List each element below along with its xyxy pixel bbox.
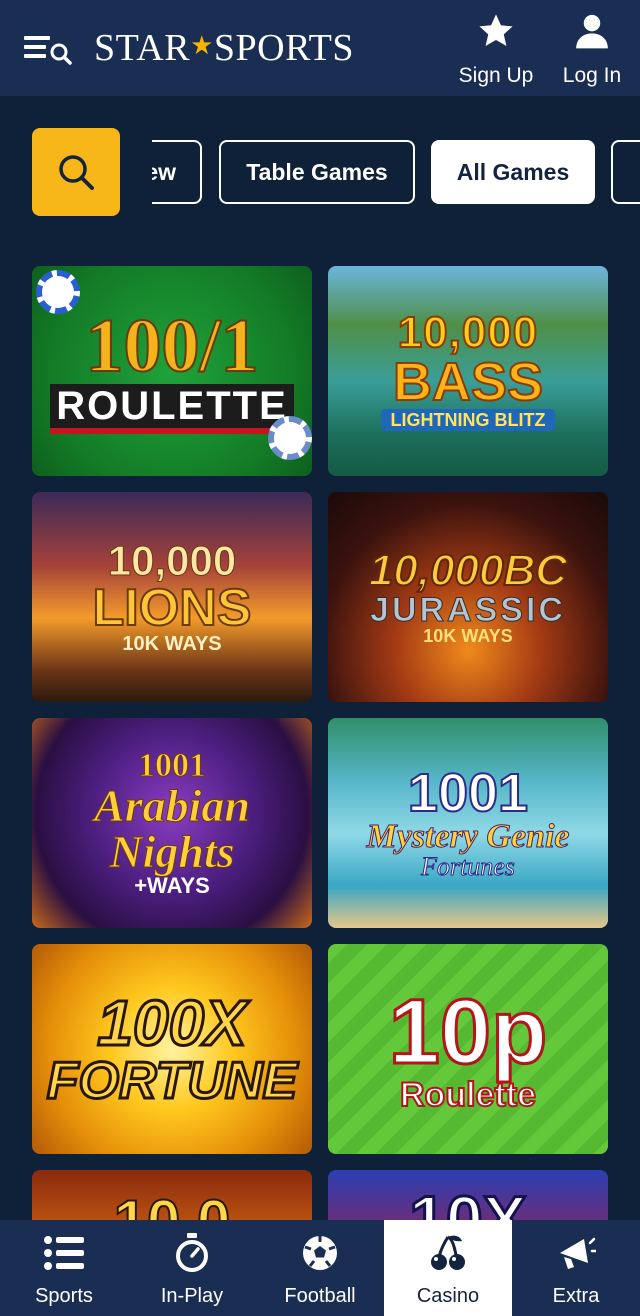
nav-football[interactable]: Football: [256, 1220, 384, 1316]
chip-table-games-label: Table Games: [246, 158, 388, 185]
logo-star-icon: ★: [190, 31, 214, 60]
game-subtitle: FORTUNE: [45, 1052, 298, 1110]
chip-next[interactable]: S: [611, 140, 640, 204]
nav-extra[interactable]: Extra: [512, 1220, 640, 1316]
logo-text-left: STAR: [94, 27, 191, 69]
game-tile-100x-fortune[interactable]: 100X FORTUNE: [32, 944, 312, 1154]
game-title: 100X: [96, 987, 248, 1059]
football-icon: [298, 1231, 342, 1275]
game-title: 10,0: [113, 1191, 232, 1221]
chip-table-games[interactable]: Table Games: [219, 140, 415, 204]
game-tile-100-1-roulette[interactable]: 100/1 ROULETTE: [32, 266, 312, 476]
sign-up-label: Sign Up: [458, 64, 534, 87]
top-header: STAR★SPORTS Sign Up Log In: [0, 0, 640, 96]
nav-casino-label: Casino: [416, 1285, 480, 1307]
game-title: 10p: [387, 981, 549, 1083]
nav-casino[interactable]: Casino: [384, 1220, 512, 1316]
casino-chip-icon: [36, 270, 80, 314]
games-grid: 100/1 ROULETTE 10,000 BASS LIGHTNING BLI…: [32, 266, 608, 1220]
game-tagline: Fortunes: [421, 852, 516, 881]
log-in-button[interactable]: Log In: [560, 12, 624, 88]
game-tile-10000-bass[interactable]: 10,000 BASS LIGHTNING BLITZ: [328, 266, 608, 476]
chip-all-games-label: All Games: [456, 158, 570, 185]
game-tagline: +WAYS: [134, 873, 210, 898]
nav-football-label: Football: [284, 1285, 356, 1307]
game-subtitle: JURASSIC: [370, 591, 566, 629]
starsports-logo[interactable]: STAR★SPORTS: [94, 26, 354, 70]
game-tile-1001-arabian-nights[interactable]: 1001 Arabian Nights +WAYS: [32, 718, 312, 928]
chip-new-label: ew: [152, 158, 176, 185]
nav-in-play-label: In-Play: [160, 1285, 224, 1307]
game-tagline: 10K WAYS: [122, 633, 222, 655]
game-tile-1001-mystery-genie[interactable]: 1001 Mystery Genie Fortunes: [328, 718, 608, 928]
menu-search-button[interactable]: [22, 30, 74, 66]
game-tile-10p-roulette[interactable]: 10p Roulette: [328, 944, 608, 1154]
game-title: 1001: [138, 747, 207, 784]
search-icon: [59, 155, 94, 190]
game-tagline: LIGHTNING BLITZ: [380, 409, 556, 431]
list-icon: [42, 1231, 86, 1275]
nav-extra-label: Extra: [552, 1285, 600, 1307]
chip-all-games[interactable]: All Games: [431, 140, 595, 204]
user-icon: [576, 14, 608, 49]
game-tagline: 10K WAYS: [423, 626, 513, 646]
nav-sports[interactable]: Sports: [0, 1220, 128, 1316]
menu-search-icon: [24, 36, 72, 65]
game-subtitle: Mystery Genie: [366, 818, 570, 855]
game-title: 10,000: [107, 537, 237, 584]
nav-sports-label: Sports: [35, 1285, 93, 1307]
casino-chip-icon: [268, 416, 312, 460]
bottom-navigation: Sports In-Play Football Casino Extra: [0, 1220, 640, 1316]
game-tile-10000-lions[interactable]: 10,000 LIONS 10K WAYS: [32, 492, 312, 702]
nav-in-play[interactable]: In-Play: [128, 1220, 256, 1316]
cherries-icon: [426, 1231, 470, 1275]
megaphone-icon: [554, 1231, 598, 1275]
stopwatch-icon: [170, 1231, 214, 1275]
log-in-label: Log In: [562, 64, 622, 87]
sign-up-button[interactable]: Sign Up: [456, 12, 536, 88]
star-icon: [479, 14, 513, 47]
logo-text-right: SPORTS: [213, 27, 355, 69]
game-subtitle: BASS: [392, 352, 544, 412]
game-title: 100/1: [84, 304, 259, 388]
game-search-button[interactable]: [32, 128, 120, 216]
game-tile-partial-right[interactable]: 10X: [328, 1170, 608, 1220]
game-title: 10,000BC: [368, 546, 568, 595]
game-tile-10000bc-jurassic[interactable]: 10,000BC JURASSIC 10K WAYS: [328, 492, 608, 702]
game-title: 10,000: [397, 308, 539, 357]
chip-new[interactable]: ew: [152, 140, 202, 204]
category-chips[interactable]: ew Table Games All Games S: [152, 140, 640, 204]
game-subtitle: ROULETTE: [50, 384, 294, 434]
game-subtitle: Roulette: [399, 1076, 537, 1114]
game-tile-partial-left[interactable]: 10,0: [32, 1170, 312, 1220]
game-title: 1001: [407, 763, 529, 823]
game-subtitle: LIONS: [92, 579, 253, 637]
game-title: 10X: [408, 1182, 528, 1221]
game-subtitle: Arabian Nights: [94, 780, 251, 877]
category-filter-bar: ew Table Games All Games S: [0, 128, 640, 216]
